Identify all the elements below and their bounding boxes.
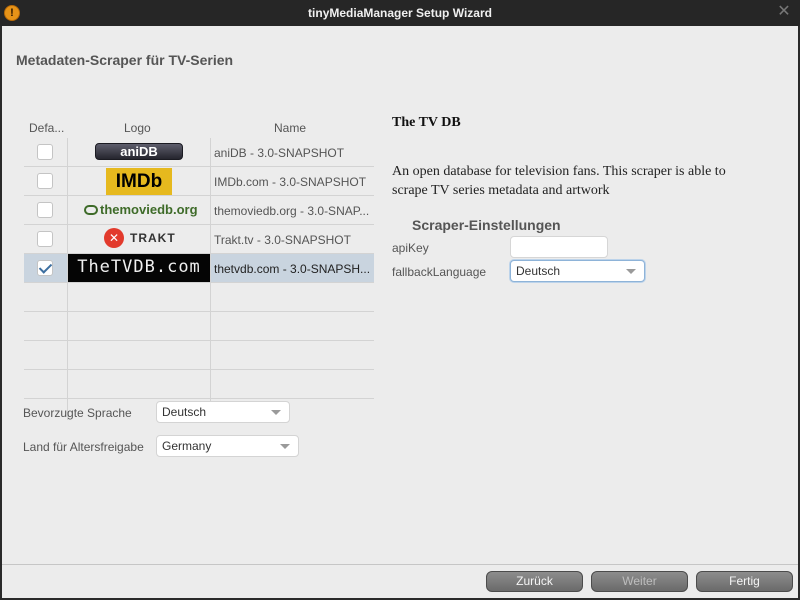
scraper-table: Defa... Logo Name aniDB aniDB - 3.0-SNAP… bbox=[24, 116, 374, 420]
scraper-name: themoviedb.org - 3.0-SNAP... bbox=[214, 204, 370, 218]
certification-country-value: Germany bbox=[162, 439, 212, 453]
chevron-down-icon bbox=[280, 444, 290, 449]
scraper-logo: IMDb bbox=[68, 167, 210, 195]
scraper-name: IMDb.com - 3.0-SNAPSHOT bbox=[214, 175, 367, 189]
tmdb-logo: themoviedb.org bbox=[84, 202, 198, 218]
scraper-detail-title: The TV DB bbox=[392, 115, 461, 130]
empty-row bbox=[24, 312, 374, 341]
fallback-language-select[interactable]: Deutsch bbox=[510, 260, 645, 282]
scraper-description: An open database for television fans. Th… bbox=[392, 164, 726, 198]
wizard-footer: Zurück Weiter Fertig bbox=[2, 564, 798, 598]
fallback-language-value: Deutsch bbox=[516, 264, 561, 278]
default-checkbox[interactable] bbox=[37, 202, 53, 218]
empty-row bbox=[24, 370, 374, 399]
api-key-input[interactable] bbox=[510, 236, 608, 258]
chevron-down-icon bbox=[271, 410, 281, 415]
preferred-language-value: Deutsch bbox=[162, 405, 207, 419]
scraper-name: thetvdb.com - 3.0-SNAPSH... bbox=[214, 262, 371, 276]
table-row[interactable]: IMDb IMDb.com - 3.0-SNAPSHOT bbox=[24, 167, 374, 196]
tvdb-logo: TheTVDB.com bbox=[68, 254, 210, 282]
imdb-logo: IMDb bbox=[106, 168, 172, 195]
default-checkbox[interactable] bbox=[37, 231, 53, 247]
table-row-selected[interactable]: TheTVDB.com thetvdb.com - 3.0-SNAPSH... bbox=[24, 254, 374, 283]
empty-row bbox=[24, 283, 374, 312]
scraper-logo: aniDB bbox=[68, 138, 210, 166]
fallback-language-label: fallbackLanguage bbox=[392, 265, 487, 279]
table-row[interactable]: aniDB aniDB - 3.0-SNAPSHOT bbox=[24, 138, 374, 167]
trakt-logo: ✕ TRAKT bbox=[104, 228, 176, 250]
certification-country-select[interactable]: Germany bbox=[156, 435, 299, 457]
certification-country-label: Land für Altersfreigabe bbox=[23, 440, 144, 454]
table-row[interactable]: themoviedb.org themoviedb.org - 3.0-SNAP… bbox=[24, 196, 374, 225]
table-header: Defa... Logo Name bbox=[24, 116, 374, 138]
tmdb-logo-text: themoviedb.org bbox=[100, 202, 198, 217]
column-divider bbox=[67, 138, 68, 420]
column-header-name[interactable]: Name bbox=[274, 121, 306, 135]
close-icon[interactable]: ✕ bbox=[775, 3, 793, 21]
tmdb-ring-icon bbox=[84, 205, 98, 215]
trakt-logo-text: TRAKT bbox=[130, 231, 176, 245]
api-key-label: apiKey bbox=[392, 241, 429, 255]
preferred-language-label: Bevorzugte Sprache bbox=[23, 406, 132, 420]
title-bar: ! tinyMediaManager Setup Wizard ✕ bbox=[0, 0, 800, 26]
default-checkbox[interactable] bbox=[37, 144, 53, 160]
page-title: Metadaten-Scraper für TV-Serien bbox=[16, 52, 234, 68]
column-header-default[interactable]: Defa... bbox=[29, 121, 64, 135]
scraper-logo: ✕ TRAKT bbox=[68, 225, 210, 253]
back-button[interactable]: Zurück bbox=[486, 571, 583, 592]
scraper-name: Trakt.tv - 3.0-SNAPSHOT bbox=[214, 233, 351, 247]
next-button[interactable]: Weiter bbox=[591, 571, 688, 592]
default-checkbox[interactable] bbox=[37, 173, 53, 189]
column-header-logo[interactable]: Logo bbox=[124, 121, 151, 135]
scraper-logo: themoviedb.org bbox=[68, 196, 210, 224]
scraper-settings-title: Scraper-Einstellungen bbox=[412, 217, 561, 233]
scraper-name: aniDB - 3.0-SNAPSHOT bbox=[214, 146, 345, 160]
empty-row bbox=[24, 341, 374, 370]
window-title: tinyMediaManager Setup Wizard bbox=[308, 6, 492, 20]
chevron-down-icon bbox=[626, 269, 636, 274]
default-checkbox[interactable] bbox=[37, 260, 53, 276]
column-divider bbox=[210, 138, 211, 420]
preferred-language-select[interactable]: Deutsch bbox=[156, 401, 290, 423]
table-row[interactable]: ✕ TRAKT Trakt.tv - 3.0-SNAPSHOT bbox=[24, 225, 374, 254]
trakt-badge-icon: ✕ bbox=[104, 228, 124, 248]
finish-button[interactable]: Fertig bbox=[696, 571, 793, 592]
wizard-content: Metadaten-Scraper für TV-Serien Defa... … bbox=[2, 26, 798, 564]
scraper-logo: TheTVDB.com bbox=[68, 254, 210, 282]
anidb-logo: aniDB bbox=[95, 143, 183, 160]
